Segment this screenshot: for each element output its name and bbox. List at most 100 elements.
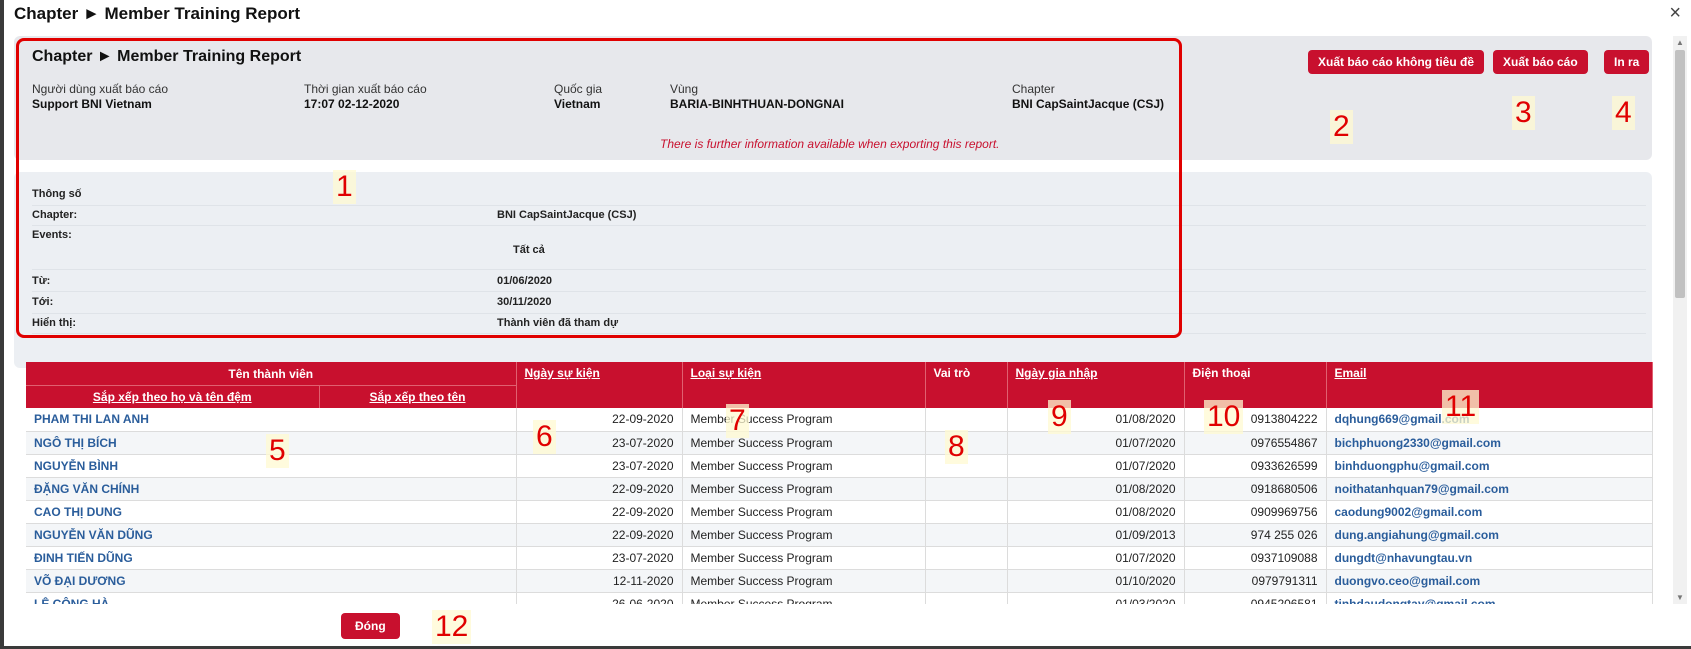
meta-export-user: Người dùng xuất báo cáo Support BNI Viet… [32,82,168,111]
members-table: Tên thành viên Ngày sự kiện Loại sự kiện… [26,362,1653,604]
scroll-up-icon[interactable]: ▲ [1676,38,1684,47]
member-name-link[interactable]: PHAM THI LAN ANH [26,408,517,432]
meta-label: Người dùng xuất báo cáo [32,82,168,96]
parameters-panel: Thông số Chapter: BNI CapSaintJacque (CS… [14,172,1652,368]
event-date-cell: 23-07-2020 [516,546,683,570]
email-link[interactable]: binhduongphu@gmail.com [1326,454,1653,478]
params-heading: Thông số [32,188,82,200]
member-name-link[interactable]: ĐẶNG VĂN CHÍNH [26,477,517,501]
email-link[interactable]: dqhung669@gmail.com [1326,408,1653,432]
print-button[interactable]: In ra [1604,50,1650,74]
param-row-from: Từ: 01/06/2020 [32,272,1646,292]
event-date-cell: 22-09-2020 [516,523,683,547]
email-link[interactable]: tinhdaudongtay@gmail.com [1326,592,1653,604]
col-event-type[interactable]: Loại sự kiện [682,362,926,408]
annotation-2: 2 [1330,110,1353,144]
meta-label: Thời gian xuất báo cáo [304,82,427,96]
sort-event-date-link[interactable]: Ngày sự kiện [525,366,600,380]
sort-email-link[interactable]: Email [1335,366,1367,380]
report-title: Chapter ► Member Training Report [32,48,302,65]
param-value: BNI CapSaintJacque (CSJ) [497,209,637,221]
event-type-cell: Member Success Program [682,454,926,478]
table-row: VÕ ĐẠI DƯƠNG 12-11-2020 Member Success Pro… [26,569,1653,593]
annotation-3: 3 [1512,96,1535,130]
phone-cell: 0937109088 [1184,546,1327,570]
join-date-cell: 01/08/2020 [1007,477,1185,501]
scrollbar-thumb[interactable] [1675,50,1685,298]
col-event-date[interactable]: Ngày sự kiện [516,362,683,408]
annotation-4: 4 [1612,96,1635,130]
event-type-cell: Member Success Program [682,431,926,455]
col-email[interactable]: Email [1326,362,1653,408]
member-name-link[interactable]: ĐINH TIẾN DŨNG [26,546,517,570]
sort-by-name[interactable]: Sắp xếp theo tên [319,385,517,408]
scroll-down-icon[interactable]: ▼ [1676,593,1684,602]
modal-content: Chapter ► Member Training Report Người d… [14,34,1666,604]
event-type-cell: Member Success Program [682,569,926,593]
phone-cell: 0945206581 [1184,592,1327,604]
email-link[interactable]: duongvo.ceo@gmail.com [1326,569,1653,593]
sort-surname-link[interactable]: Sắp xếp theo họ và tên đệm [93,390,252,404]
param-row-display: Hiển thị: Thành viên đã tham dự [32,314,1646,334]
event-type-cell: Member Success Program [682,477,926,501]
meta-value: BNI CapSaintJacque (CSJ) [1012,97,1165,111]
param-value: Thành viên đã tham dự [497,317,619,329]
join-date-cell: 01/07/2020 [1007,431,1185,455]
param-key: Hiển thị: [32,317,76,329]
export-button[interactable]: Xuất báo cáo [1493,50,1588,74]
email-link[interactable]: dungdt@nhavungtau.vn [1326,546,1653,570]
table-row: ĐINH TIẾN DŨNG 23-07-2020 Member Success P… [26,546,1653,570]
event-type-cell: Member Success Program [682,523,926,547]
param-row-to: Tới: 30/11/2020 [32,292,1646,314]
table-row: CAO THỊ DUNG 22-09-2020 Member Success Pro… [26,500,1653,524]
col-join-date[interactable]: Ngày gia nhập [1007,362,1185,408]
param-value: 01/06/2020 [497,275,553,287]
email-link[interactable]: dung.angiahung@gmail.com [1326,523,1653,547]
member-name-link[interactable]: NGUYỄN VĂN DŨNG [26,523,517,547]
role-cell [925,546,1008,570]
param-key: Tới: [32,296,54,308]
report-modal: Chapter ► Member Training Report × Chapt… [4,0,1691,646]
meta-value: 17:07 02-12-2020 [304,97,400,111]
sort-by-surname[interactable]: Sắp xếp theo họ và tên đệm [26,385,320,408]
member-name-link[interactable]: VÕ ĐẠI DƯƠNG [26,569,517,593]
phone-cell: 0918680506 [1184,477,1327,501]
member-name-link[interactable]: CAO THỊ DUNG [26,500,517,524]
close-button[interactable]: Đóng [341,613,400,639]
annotation-12: 12 [432,610,472,644]
phone-cell: 0933626599 [1184,454,1327,478]
modal-title: Chapter ► Member Training Report [14,4,301,23]
join-date-cell: 01/03/2020 [1007,592,1185,604]
meta-value: Vietnam [554,97,601,111]
member-name-link[interactable]: LÊ CÔNG HÀ [26,592,517,604]
vertical-scrollbar[interactable]: ▲ ▼ [1673,36,1687,604]
table-row: NGUYỄN VĂN DŨNG 22-09-2020 Member Success … [26,523,1653,547]
event-date-cell: 22-09-2020 [516,500,683,524]
meta-label: Chapter [1012,82,1055,96]
join-date-cell: 01/07/2020 [1007,546,1185,570]
annotation-5: 5 [266,434,289,468]
role-cell [925,592,1008,604]
annotation-7: 7 [726,404,749,438]
email-link[interactable]: bichphuong2330@gmail.com [1326,431,1653,455]
event-date-cell: 26-06-2020 [516,592,683,604]
param-key: Chapter: [32,209,78,221]
phone-cell: 0909969756 [1184,500,1327,524]
join-date-cell: 01/10/2020 [1007,569,1185,593]
sort-join-date-link[interactable]: Ngày gia nhập [1016,366,1098,380]
export-notice: There is further information available w… [660,137,1000,151]
email-link[interactable]: caodung9002@gmail.com [1326,500,1653,524]
event-type-cell: Member Success Program [682,592,926,604]
report-header-panel: Chapter ► Member Training Report Người d… [14,36,1652,160]
phone-cell: 0979791311 [1184,569,1327,593]
sort-event-type-link[interactable]: Loại sự kiện [691,366,762,380]
meta-value: BARIA-BINHTHUAN-DONGNAI [670,97,844,111]
export-no-title-button[interactable]: Xuất báo cáo không tiêu đề [1308,50,1485,74]
meta-country: Quốc gia Vietnam [554,82,602,111]
annotation-8: 8 [945,430,968,464]
email-link[interactable]: noithatanhquan79@gmail.com [1326,477,1653,501]
sort-name-link[interactable]: Sắp xếp theo tên [369,390,465,404]
event-type-cell: Member Success Program [682,408,926,432]
close-icon[interactable]: × [1669,2,1681,25]
event-date-cell: 12-11-2020 [516,569,683,593]
